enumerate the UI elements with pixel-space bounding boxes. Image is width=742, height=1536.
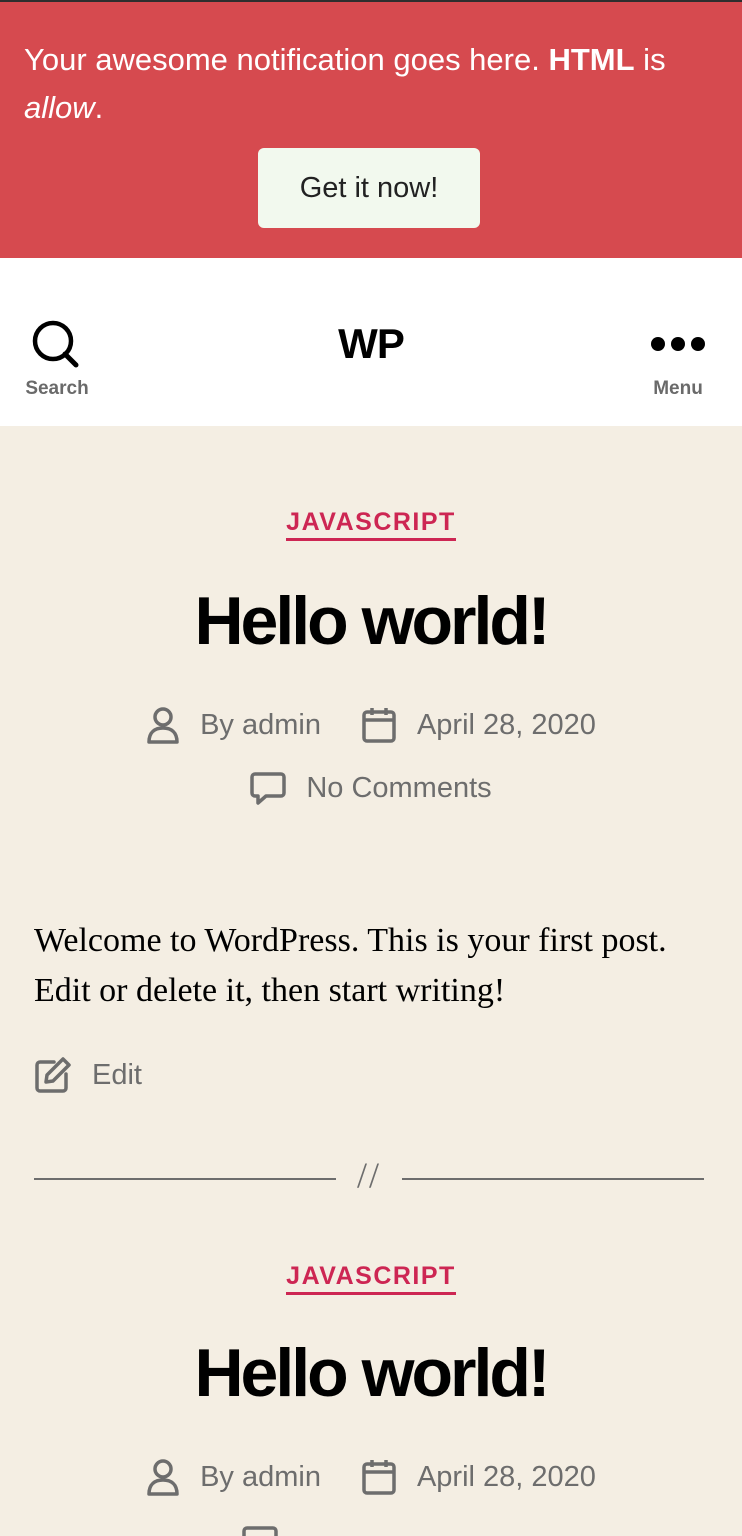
menu-label: Menu xyxy=(653,378,703,399)
category-link[interactable]: JAVASCRIPT xyxy=(286,508,456,541)
post-author: By admin xyxy=(146,706,321,744)
separator-line-right xyxy=(402,1178,704,1180)
ellipsis-icon xyxy=(651,337,705,351)
user-icon xyxy=(147,707,179,744)
author-link[interactable]: By admin xyxy=(200,1461,321,1494)
separator-mark: // xyxy=(356,1155,381,1195)
post-date: April 28, 2020 xyxy=(361,706,596,744)
menu-toggle[interactable]: Menu xyxy=(628,318,728,408)
notification-text-mid: is xyxy=(634,42,666,77)
search-label: Search xyxy=(25,378,89,399)
comments-link[interactable]: No Comments xyxy=(306,772,491,805)
post-author: By admin xyxy=(146,1458,321,1496)
post-date: April 28, 2020 xyxy=(361,1458,596,1496)
comment-icon xyxy=(242,1526,278,1536)
notification-text-plain: Your awesome notification goes here. xyxy=(24,42,549,77)
post-meta: By admin April 28, 2020 xyxy=(0,1458,742,1496)
edit-icon xyxy=(35,1057,71,1093)
comment-icon xyxy=(250,772,287,805)
post-title[interactable]: Hello world! xyxy=(0,582,742,660)
post-excerpt: Welcome to WordPress. This is your first… xyxy=(34,922,667,1009)
post-meta: By admin April 28, 2020 xyxy=(0,706,742,744)
calendar-icon xyxy=(362,708,396,743)
date-link[interactable]: April 28, 2020 xyxy=(417,1461,596,1494)
post-comments-row: No Comments xyxy=(0,770,742,806)
separator-line-left xyxy=(34,1178,336,1180)
post-comments: No Comments xyxy=(250,770,492,806)
author-link[interactable]: By admin xyxy=(200,709,321,742)
post-category: JAVASCRIPT xyxy=(0,1262,742,1295)
notification-text-bold: HTML xyxy=(548,42,635,77)
category-link[interactable]: JAVASCRIPT xyxy=(286,1262,456,1295)
post-title[interactable]: Hello world! xyxy=(0,1334,742,1412)
edit-link[interactable]: Edit xyxy=(34,1056,142,1094)
notification-text: Your awesome notification goes here. HTM… xyxy=(24,36,704,132)
post-category: JAVASCRIPT xyxy=(0,508,742,541)
date-link[interactable]: April 28, 2020 xyxy=(417,709,596,742)
notification-text-italic: allow xyxy=(24,90,95,125)
edit-label: Edit xyxy=(92,1058,142,1091)
calendar-icon xyxy=(362,1460,396,1495)
get-it-now-button[interactable]: Get it now! xyxy=(258,148,480,228)
user-icon xyxy=(147,1459,179,1496)
site-header: Search WP Menu xyxy=(0,258,742,426)
notification-text-end: . xyxy=(94,90,104,125)
notification-banner: Your awesome notification goes here. HTM… xyxy=(0,2,742,258)
